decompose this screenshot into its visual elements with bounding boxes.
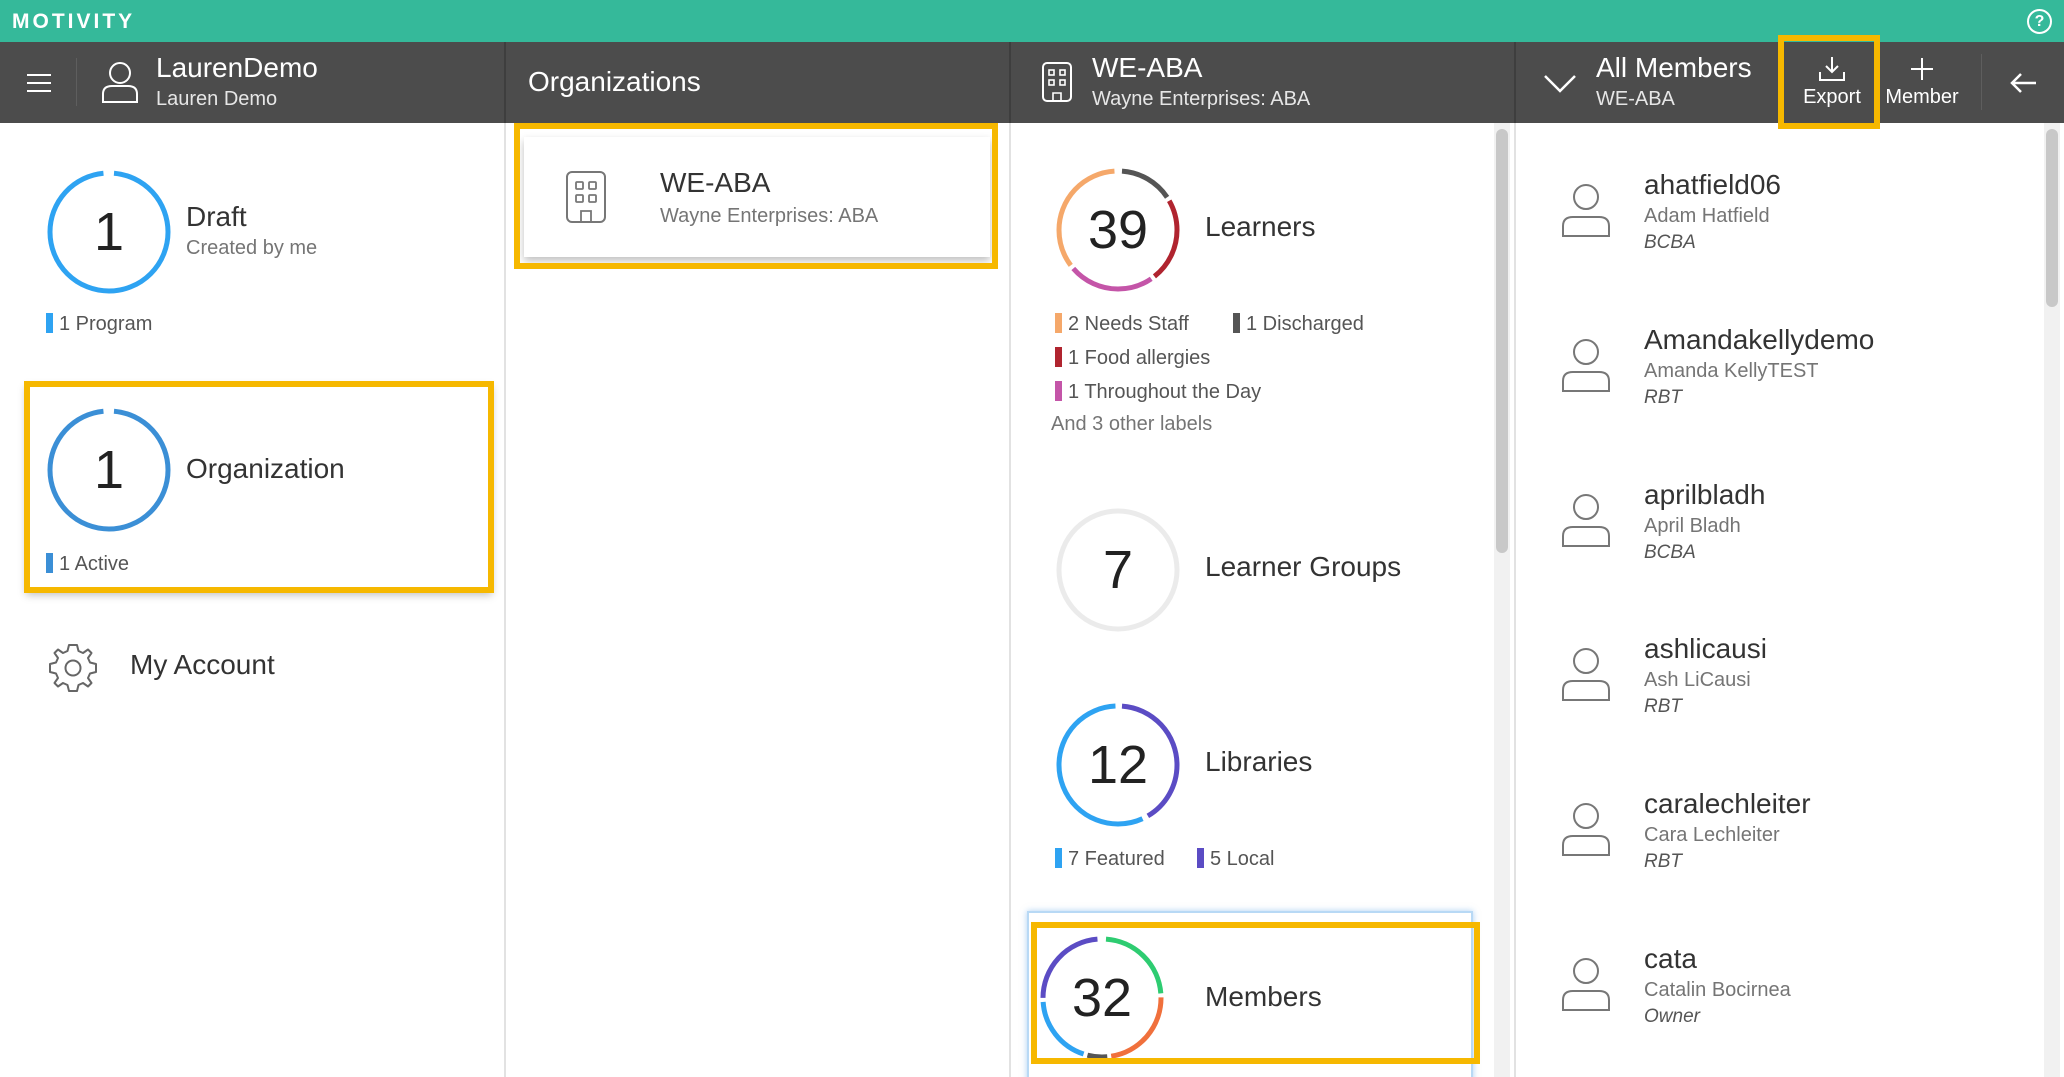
draft-subtitle: Created by me (186, 237, 318, 259)
plus-icon (1911, 58, 1933, 80)
member-role: BCBA (1644, 232, 1696, 253)
draft-legend: 1 Program (46, 313, 152, 336)
member-row[interactable]: ashlicausi Ash LiCausi RBT (1516, 633, 2064, 788)
libraries-title: Libraries (1205, 746, 1313, 777)
learners-title: Learners (1205, 211, 1316, 242)
member-row[interactable]: cata Catalin Bocirnea Owner (1516, 943, 2064, 1077)
learners-ring: 39 (1055, 167, 1181, 293)
draft-count: 1 (93, 202, 125, 262)
libraries-legend-featured: 7 Featured (1055, 848, 1165, 871)
libraries-ring: 12 (1055, 702, 1181, 828)
learners-tile[interactable]: 39 Learners 2 Needs Staff 1 Discharged 1… (1031, 163, 1491, 503)
learners-legend-throughout-day: 1 Throughout the Day (1055, 381, 1261, 404)
org-detail-panel: 39 Learners 2 Needs Staff 1 Discharged 1… (1011, 123, 1514, 1077)
member-fullname: Adam Hatfield (1644, 205, 1770, 227)
member-row[interactable]: Amandakellydemo Amanda KellyTEST RBT (1516, 324, 2064, 479)
draft-title: Draft (186, 201, 247, 232)
member-fullname: Ash LiCausi (1644, 669, 1751, 691)
learners-count: 39 (1087, 200, 1149, 260)
draft-tile[interactable]: 1 Draft Created by me 1 Program (30, 163, 490, 383)
member-role: RBT (1644, 387, 1682, 408)
member-role: BCBA (1644, 542, 1696, 563)
my-account-item[interactable]: My Account (30, 633, 490, 703)
members-header-subtitle: WE-ABA (1596, 88, 1675, 110)
member-username: aprilbladh (1644, 479, 1766, 510)
hamburger-icon (27, 74, 51, 92)
member-fullname: April Bladh (1644, 515, 1741, 537)
members-panel: ahatfield06 Adam Hatfield BCBA Amandakel… (1516, 123, 2064, 1077)
draft-legend-text: 1 Program (59, 313, 153, 335)
member-username: caralechleiter (1644, 788, 1811, 819)
learners-legend-needs-staff: 2 Needs Staff (1055, 313, 1189, 336)
learners-more-labels: And 3 other labels (1051, 413, 1213, 435)
members-header-title: All Members (1596, 52, 1752, 83)
member-username: ahatfield06 (1644, 169, 1782, 200)
user-icon (1562, 184, 1610, 237)
member-row[interactable]: aprilbladh April Bladh BCBA (1516, 479, 2064, 634)
members-highlight (1031, 922, 1480, 1064)
member-row[interactable]: ahatfield06 Adam Hatfield BCBA (1516, 169, 2064, 324)
org-header-name: Wayne Enterprises: ABA (1092, 88, 1311, 110)
learner-groups-title: Learner Groups (1205, 551, 1402, 582)
org-detail-scrollbar-thumb[interactable] (1496, 129, 1508, 553)
user-icon (102, 62, 138, 103)
back-arrow-icon[interactable] (2006, 66, 2042, 100)
member-fullname: Cara Lechleiter (1644, 824, 1780, 846)
user-icon (1562, 648, 1610, 701)
user-icon (1562, 958, 1610, 1011)
building-icon (1042, 62, 1072, 102)
member-username: Amandakellydemo (1644, 324, 1875, 355)
app-window: MOTIVITY ? LaurenDemo Lauren Demo Organi… (0, 0, 2064, 1077)
learners-legend-food-allergies: 1 Food allergies (1055, 347, 1210, 370)
brand-bar: MOTIVITY ? (0, 0, 2064, 42)
learner-groups-tile[interactable]: 7 Learner Groups (1031, 503, 1491, 653)
member-role: RBT (1644, 851, 1682, 872)
member-fullname: Amanda KellyTEST (1644, 360, 1819, 382)
member-username: cata (1644, 943, 1697, 974)
draft-ring: 1 (46, 169, 172, 295)
user-profile-button[interactable]: LaurenDemo Lauren Demo (90, 42, 380, 123)
app-header: LaurenDemo Lauren Demo Organizations WE-… (0, 42, 2064, 123)
user-fullname: Lauren Demo (156, 88, 278, 110)
motivity-logo: MOTIVITY (12, 10, 136, 33)
organizations-panel: WE-ABA Wayne Enterprises: ABA (506, 123, 1009, 1077)
member-role: RBT (1644, 696, 1682, 717)
libraries-count: 12 (1087, 735, 1149, 795)
chevron-down-icon[interactable] (1542, 68, 1578, 98)
learner-groups-count: 7 (1102, 540, 1134, 600)
help-icon[interactable]: ? (2027, 9, 2052, 34)
my-account-label: My Account (130, 649, 275, 680)
user-icon (1562, 803, 1610, 856)
user-icon (1562, 494, 1610, 547)
members-scrollbar-thumb[interactable] (2046, 129, 2058, 307)
home-panel: 1 Draft Created by me 1 Program 1 Organi… (0, 123, 504, 1077)
member-row[interactable]: caralechleiter Cara Lechleiter RBT (1516, 788, 2064, 943)
user-icon (1562, 339, 1610, 392)
libraries-legend-local: 5 Local (1197, 848, 1275, 871)
member-fullname: Catalin Bocirnea (1644, 979, 1791, 1001)
organization-highlight (24, 381, 494, 593)
menu-button[interactable] (14, 60, 64, 106)
add-member-button[interactable]: Member (1880, 42, 1964, 123)
member-username: ashlicausi (1644, 633, 1767, 664)
gear-icon (49, 644, 97, 692)
user-username: LaurenDemo (156, 52, 318, 83)
member-role: Owner (1644, 1006, 1700, 1027)
learners-legend-discharged: 1 Discharged (1233, 313, 1364, 336)
organizations-header-title: Organizations (528, 66, 701, 97)
export-highlight (1778, 35, 1880, 129)
learner-groups-ring: 7 (1055, 507, 1181, 633)
org-header-code: WE-ABA (1092, 52, 1203, 83)
add-member-label: Member (1885, 86, 1959, 108)
libraries-tile[interactable]: 12 Libraries 7 Featured 5 Local (1031, 698, 1491, 898)
organization-list-highlight (514, 123, 998, 269)
